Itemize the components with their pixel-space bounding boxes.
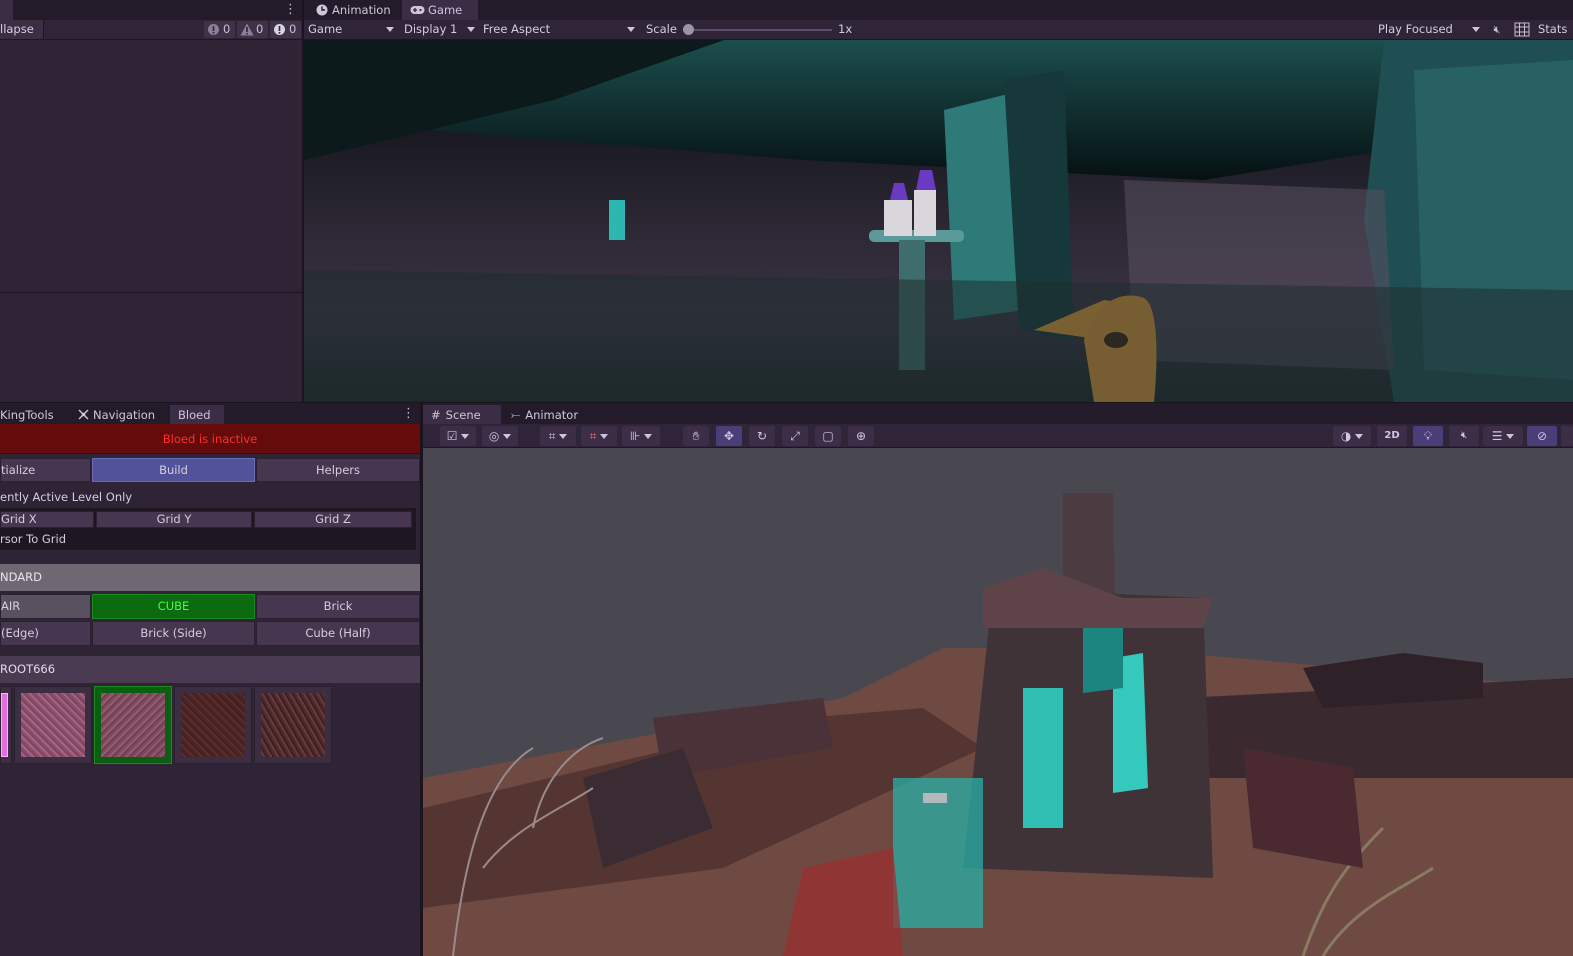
tab-bloed[interactable]: Bloed (170, 405, 224, 425)
info-count-toggle[interactable]: 0 (270, 21, 301, 38)
effects-layers-icon[interactable]: ☰ (1483, 426, 1523, 446)
grid-controls-box: Grid X Grid Y Grid Z rsor To Grid (0, 508, 416, 550)
global-icon[interactable]: ◎ (482, 426, 518, 446)
chevron-down-icon (1355, 434, 1364, 439)
console-log-list[interactable] (0, 40, 303, 292)
cursor-to-grid-label[interactable]: rsor To Grid (0, 532, 66, 546)
move-tool-icon[interactable]: ✥ (716, 426, 742, 446)
texture-swatch[interactable] (14, 686, 92, 764)
texture-swatch[interactable] (254, 686, 332, 764)
build-button[interactable]: Build (92, 458, 255, 482)
stats-button[interactable]: Stats (1538, 20, 1567, 38)
grid-x-button[interactable]: Grid X (0, 511, 94, 528)
shape-brick-button[interactable]: Brick (256, 594, 420, 619)
shading-mode-icon[interactable]: ◑ (1333, 426, 1371, 446)
transform-tool-icon[interactable]: ⊕ (848, 426, 874, 446)
rotate-tool-icon[interactable]: ↻ (749, 426, 775, 446)
console-detail-area (0, 293, 303, 402)
ruler-snap-icon[interactable]: ⊪ (622, 426, 660, 446)
chevron-down-icon (503, 434, 512, 439)
tab-navigation[interactable]: Navigation (70, 405, 163, 425)
grid-snap-icon[interactable]: ⌗ (540, 426, 576, 446)
tab-animation[interactable]: Animation (308, 0, 399, 20)
increment-snap-icon[interactable]: ⌗ (581, 426, 617, 446)
game-viewport[interactable] (304, 40, 1573, 402)
grid-z-button[interactable]: Grid Z (254, 511, 412, 528)
texture-swatch[interactable] (0, 686, 12, 764)
initialize-button[interactable]: tialize (0, 458, 91, 482)
active-level-only-label[interactable]: ently Active Level Only (0, 490, 132, 504)
standard-header[interactable]: NDARD (0, 564, 420, 591)
gamepad-icon (410, 6, 425, 14)
chevron-down-icon (1506, 434, 1515, 439)
game-toolbar: Game Display 1 Free Aspect Scale 1x Play… (304, 20, 1573, 40)
scale-label: Scale (646, 22, 677, 36)
shape-brick-side-button[interactable]: Brick (Side) (92, 621, 255, 646)
chevron-down-icon (600, 434, 609, 439)
draw-mode-icon[interactable]: ☑ (440, 426, 476, 446)
hidden-visibility-icon[interactable]: ⊘ (1527, 426, 1557, 446)
gizmos-grid-icon[interactable] (1514, 22, 1530, 37)
navigation-icon (78, 409, 89, 420)
chevron-down-icon (386, 27, 394, 32)
scene-more-icon[interactable] (1561, 426, 1573, 446)
chevron-down-icon (627, 27, 635, 32)
chevron-down-icon (644, 434, 653, 439)
animator-icon: ⤚ (511, 408, 521, 422)
scene-render (423, 448, 1573, 956)
game-view-mode-dropdown[interactable]: Game (308, 20, 396, 38)
toggle-2d-button[interactable]: 2D (1377, 426, 1407, 446)
scale-slider-track[interactable] (684, 29, 832, 31)
scale-value: 1x (838, 22, 853, 36)
shape-air-button[interactable]: AIR (0, 594, 91, 619)
helpers-button[interactable]: Helpers (256, 458, 420, 482)
collapse-button[interactable]: llapse (0, 20, 44, 39)
bloed-status-banner: Bloed is inactive (0, 424, 420, 454)
error-icon (208, 24, 219, 35)
shape-cube-button[interactable]: CUBE (92, 594, 255, 619)
warning-icon (240, 23, 254, 36)
texture-swatch[interactable] (174, 686, 252, 764)
error-count-toggle[interactable]: 0 (204, 21, 235, 38)
play-mode-dropdown[interactable]: Play Focused (1378, 20, 1482, 38)
audio-icon[interactable]: 🔇︎ (1449, 426, 1479, 446)
console-tab[interactable] (0, 0, 13, 20)
chevron-down-icon (461, 434, 470, 439)
tab-game[interactable]: Game (402, 0, 478, 20)
aspect-dropdown[interactable]: Free Aspect (483, 20, 637, 38)
kebab-menu-icon[interactable]: ⋮ (284, 2, 297, 18)
console-toolbar: llapse 0 0 0 (0, 20, 303, 40)
left-tabbar: KingTools Navigation Bloed ⋮ (0, 402, 420, 425)
scene-viewport[interactable] (423, 448, 1573, 956)
lighting-bulb-icon[interactable]: 💡︎ (1413, 426, 1443, 446)
warning-count-toggle[interactable]: 0 (237, 21, 268, 38)
scene-tabbar: # Scene ⤚ Animator (423, 402, 1573, 425)
material-header[interactable]: ROOT666 (0, 656, 420, 683)
tab-kingtools[interactable]: KingTools (0, 405, 62, 425)
game-render (304, 40, 1573, 402)
scale-slider-handle[interactable] (683, 24, 694, 35)
clock-icon (316, 4, 328, 16)
display-dropdown[interactable]: Display 1 (404, 20, 478, 38)
chevron-down-icon (559, 434, 568, 439)
scale-tool-icon[interactable]: ⤢ (782, 426, 808, 446)
shape-cube-half-button[interactable]: Cube (Half) (256, 621, 420, 646)
rect-tool-icon[interactable]: ▢ (815, 426, 841, 446)
grid-y-button[interactable]: Grid Y (96, 511, 252, 528)
console-tabbar: ⋮ (0, 0, 303, 20)
kebab-menu-icon[interactable]: ⋮ (402, 406, 415, 422)
tab-animator[interactable]: ⤚ Animator (503, 405, 586, 425)
chevron-down-icon (467, 27, 475, 32)
mute-audio-icon[interactable]: 🔇︎ (1488, 21, 1506, 38)
texture-swatch-selected[interactable] (94, 686, 172, 764)
info-icon (274, 24, 285, 35)
hand-tool-icon[interactable]: ✋︎ (683, 426, 709, 446)
tab-scene[interactable]: # Scene (423, 405, 501, 425)
shape-edge-button[interactable]: (Edge) (0, 621, 91, 646)
scene-grid-icon: # (431, 408, 441, 422)
game-tabbar: Animation Game (304, 0, 1573, 20)
chevron-down-icon (1472, 27, 1480, 32)
